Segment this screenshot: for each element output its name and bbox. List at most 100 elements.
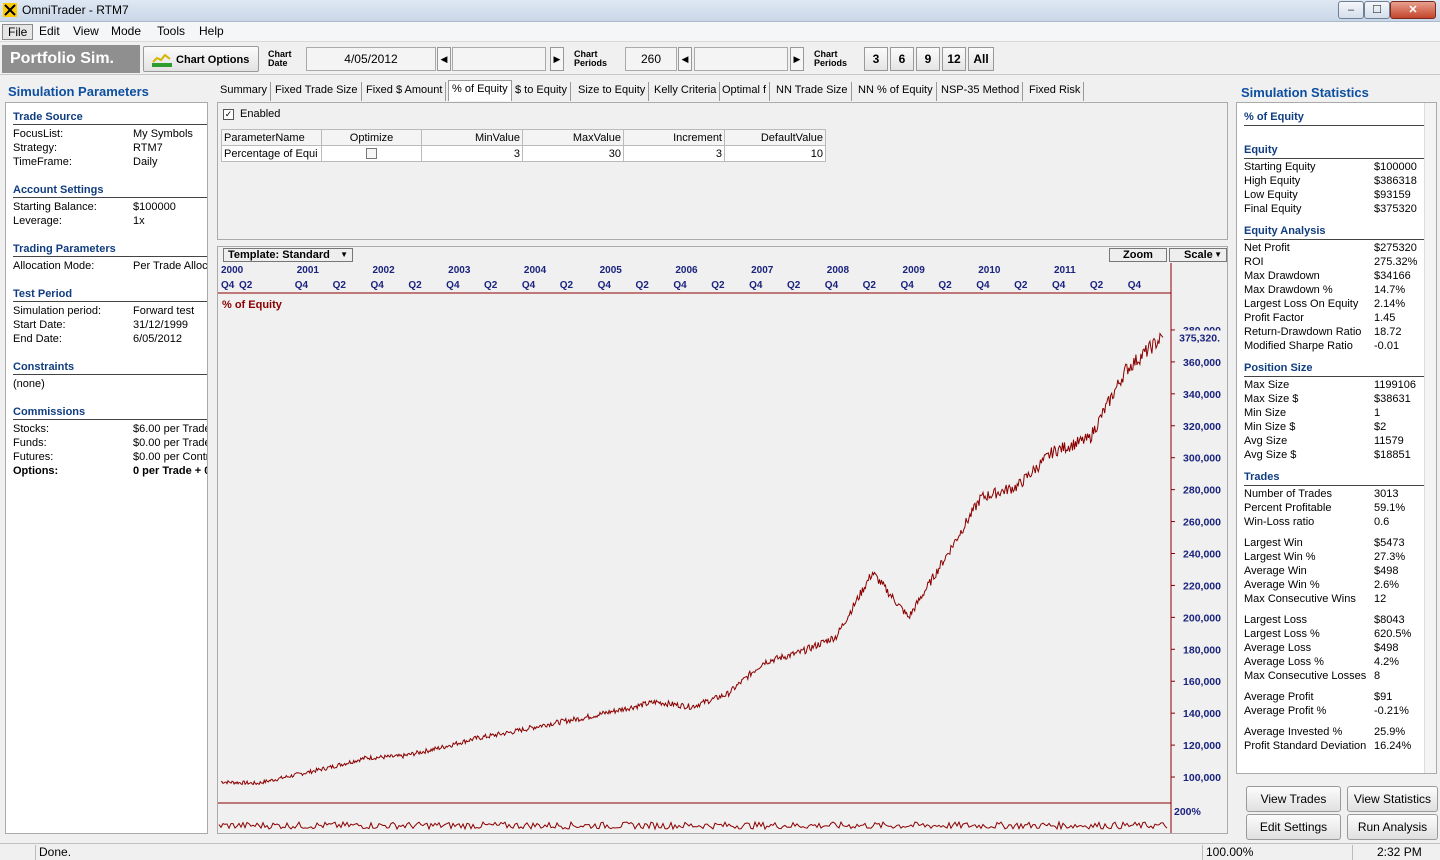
year-label: 2008	[827, 265, 850, 276]
col-optimize[interactable]: Optimize	[321, 129, 422, 146]
param-label: Leverage:	[13, 215, 62, 227]
chevron-down-icon: ▼	[340, 250, 348, 259]
chart-date-field[interactable]: 4/05/2012	[306, 47, 436, 71]
y-tick-label: 280,000	[1183, 485, 1221, 497]
parameter-grid: ParameterName Optimize MinValue MaxValue…	[221, 129, 826, 162]
quarter-label: Q2	[635, 280, 649, 291]
tab-percent-of-equity[interactable]: % of Equity	[448, 80, 512, 101]
period-6-button[interactable]: 6	[890, 47, 914, 71]
year-label: 2011	[1054, 265, 1076, 276]
cell-default-value[interactable]: 10	[724, 145, 826, 162]
menu-file[interactable]: File	[2, 24, 34, 40]
maximize-button[interactable]: ☐	[1364, 1, 1390, 19]
tab-nsp35-method[interactable]: NSP-35 Method	[938, 82, 1024, 101]
chart-periods-prev-button[interactable]: ◀	[678, 47, 692, 71]
chart-date-next-button[interactable]: ▶	[550, 47, 564, 71]
zoom-button[interactable]: Zoom	[1109, 248, 1167, 262]
chart-date-prev-button[interactable]: ◀	[437, 47, 451, 71]
chart-periods-slider[interactable]	[694, 47, 788, 71]
menu-view[interactable]: View	[68, 24, 104, 40]
template-dropdown[interactable]: Template: Standard ▼	[223, 248, 353, 262]
tab-summary[interactable]: Summary	[217, 82, 272, 101]
quarter-label: Q4	[749, 280, 763, 291]
stat-label: Net Profit	[1244, 242, 1290, 254]
period-9-button[interactable]: 9	[916, 47, 940, 71]
menu-help[interactable]: Help	[194, 24, 229, 40]
menu-edit[interactable]: Edit	[34, 24, 65, 40]
chart-periods-next-button[interactable]: ▶	[790, 47, 804, 71]
chart-periods-field[interactable]: 260	[625, 47, 677, 71]
col-max-value[interactable]: MaxValue	[522, 129, 624, 146]
period-3-button[interactable]: 3	[864, 47, 888, 71]
stat-value: $386318	[1374, 175, 1417, 187]
chart-date-slider[interactable]	[452, 47, 546, 71]
tab-optimal-f[interactable]: Optimal f	[719, 82, 771, 101]
stat-label: Average Win	[1244, 565, 1307, 577]
year-label: 2004	[524, 265, 547, 276]
menu-mode[interactable]: Mode	[106, 24, 146, 40]
stat-value: $275320	[1374, 242, 1417, 254]
minimize-button[interactable]: –	[1338, 1, 1364, 19]
cell-min-value[interactable]: 3	[421, 145, 523, 162]
view-statistics-button[interactable]: View Statistics	[1347, 786, 1438, 812]
tab-size-to-equity[interactable]: Size to Equity	[575, 82, 650, 101]
mode-title: Portfolio Sim.	[2, 45, 140, 73]
param-value: 31/12/1999	[133, 319, 189, 331]
toolbar: Portfolio Sim. Chart Options Chart Date 4…	[0, 43, 1440, 75]
scale-dropdown[interactable]: Scale ▼	[1169, 248, 1227, 262]
stat-value: $100000	[1374, 161, 1417, 173]
stat-value: 4.2%	[1374, 656, 1400, 668]
section-divider	[1244, 376, 1424, 377]
stat-value: $498	[1374, 642, 1399, 654]
tab-fixed-risk[interactable]: Fixed Risk	[1026, 82, 1085, 101]
statistics-scrollbar[interactable]	[1424, 103, 1436, 773]
tab-nn-trade-size[interactable]: NN Trade Size	[773, 82, 852, 101]
chart-options-button[interactable]: Chart Options	[143, 46, 259, 72]
tab-dollar-to-equity[interactable]: $ to Equity	[512, 82, 571, 101]
run-analysis-button[interactable]: Run Analysis	[1347, 814, 1438, 840]
stat-value: 1	[1374, 407, 1381, 419]
stat-value: $5473	[1374, 537, 1405, 549]
edit-settings-button[interactable]: Edit Settings	[1246, 814, 1341, 840]
col-increment[interactable]: Increment	[623, 129, 725, 146]
optimize-checkbox[interactable]	[366, 148, 377, 160]
quarter-label: Q2	[787, 280, 801, 291]
tab-fixed-trade-size[interactable]: Fixed Trade Size	[272, 82, 362, 101]
cell-optimize[interactable]	[321, 145, 422, 162]
stat-label: Percent Profitable	[1244, 502, 1332, 514]
quarter-label: Q2	[711, 280, 725, 291]
cell-max-value[interactable]: 30	[522, 145, 624, 162]
menu-tools[interactable]: Tools	[152, 24, 190, 40]
col-default-value[interactable]: DefaultValue	[724, 129, 826, 146]
stat-label: Max Drawdown	[1244, 270, 1320, 282]
cell-parameter-name[interactable]: Percentage of Equi	[221, 145, 322, 162]
grid-header-row: ParameterName Optimize MinValue MaxValue…	[221, 129, 826, 146]
period-12-button[interactable]: 12	[942, 47, 966, 71]
stat-label: Largest Loss %	[1244, 628, 1320, 640]
stats-section-head: Equity	[1244, 144, 1278, 156]
stat-label: High Equity	[1244, 175, 1301, 187]
equity-chart[interactable]: 2000 2001 2002 2003 2004 2005 2006 2007 2008 2009…	[218, 263, 1227, 833]
param-label: End Date:	[13, 333, 62, 345]
stat-value: $38631	[1374, 393, 1411, 405]
tab-fixed-amount[interactable]: Fixed $ Amount	[363, 82, 447, 101]
tab-nn-percent-of-equity[interactable]: NN % of Equity	[855, 82, 937, 101]
enabled-checkbox[interactable]: ✓	[223, 109, 234, 120]
view-trades-button[interactable]: View Trades	[1246, 786, 1341, 812]
year-label: 2000	[221, 265, 244, 276]
col-parameter-name[interactable]: ParameterName	[221, 129, 322, 146]
stat-label: Max Size $	[1244, 393, 1299, 405]
stat-value: 16.24%	[1374, 740, 1412, 752]
close-button[interactable]: ✕	[1390, 1, 1436, 19]
stat-label: Final Equity	[1244, 203, 1302, 215]
scale-label: Scale	[1184, 249, 1213, 261]
simulation-parameters-title: Simulation Parameters	[8, 84, 149, 99]
cell-increment[interactable]: 3	[623, 145, 725, 162]
quarter-label: Q2	[863, 280, 877, 291]
tab-kelly-criteria[interactable]: Kelly Criteria	[651, 82, 721, 101]
col-min-value[interactable]: MinValue	[421, 129, 523, 146]
period-all-button[interactable]: All	[968, 47, 994, 71]
param-value: Forward test	[133, 305, 195, 317]
title-bar: OmniTrader - RTM7 – ☐ ✕	[0, 0, 1440, 22]
param-value: $0.00 per Trade	[133, 437, 208, 449]
